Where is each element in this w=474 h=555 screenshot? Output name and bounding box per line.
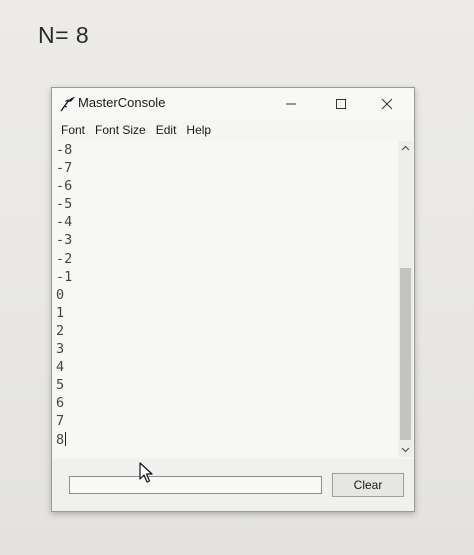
console-line: -3 — [56, 232, 73, 249]
console-line: 3 — [56, 341, 65, 358]
minimize-button[interactable] — [268, 88, 314, 120]
console-line: 2 — [56, 322, 65, 339]
master-console-window: MasterConsole Font Font Size Edit Help -… — [51, 87, 415, 512]
scroll-thumb[interactable] — [400, 268, 411, 440]
page-heading: N= 8 — [38, 22, 90, 48]
console-line: -2 — [56, 250, 73, 267]
console-line: 6 — [56, 395, 65, 412]
vertical-scrollbar[interactable] — [398, 141, 413, 457]
console-line: 0 — [56, 286, 65, 303]
close-icon — [381, 98, 393, 110]
clear-button[interactable]: Clear — [332, 473, 404, 497]
console-line-text: 8 — [56, 431, 65, 448]
command-input[interactable] — [69, 476, 322, 494]
maximize-icon — [336, 99, 346, 109]
menu-font-size[interactable]: Font Size — [90, 123, 151, 137]
console-line-last: 8 — [56, 431, 72, 449]
input-bar: Clear — [52, 459, 414, 511]
scroll-up-button[interactable] — [398, 141, 413, 155]
console-line: -6 — [56, 178, 73, 195]
close-button[interactable] — [364, 88, 410, 120]
scroll-down-button[interactable] — [398, 443, 413, 457]
console-output[interactable]: -8 -7 -6 -5 -4 -3 -2 -1 0 1 2 3 4 5 6 7 … — [54, 141, 399, 457]
console-line: -5 — [56, 196, 73, 213]
text-caret — [65, 431, 67, 446]
feather-icon — [60, 97, 75, 112]
menu-font[interactable]: Font — [56, 123, 90, 137]
title-bar[interactable]: MasterConsole — [52, 88, 414, 120]
console-lines: -8 -7 -6 -5 -4 -3 -2 -1 0 1 2 3 4 5 6 7 … — [56, 141, 72, 449]
mouse-pointer-icon — [139, 462, 153, 483]
menu-bar: Font Font Size Edit Help — [52, 120, 414, 140]
console-line: 1 — [56, 304, 65, 321]
console-line: -4 — [56, 214, 73, 231]
menu-help[interactable]: Help — [181, 123, 216, 137]
maximize-button[interactable] — [318, 88, 364, 120]
console-line: -7 — [56, 160, 73, 177]
window-title: MasterConsole — [78, 95, 166, 110]
chevron-up-icon — [401, 145, 410, 151]
chevron-down-icon — [401, 447, 410, 453]
minimize-icon — [286, 103, 296, 105]
console-line: -1 — [56, 268, 73, 285]
console-line: 5 — [56, 377, 65, 394]
console-line: -8 — [56, 142, 73, 158]
console-line: 7 — [56, 413, 65, 430]
menu-edit[interactable]: Edit — [151, 123, 182, 137]
console-line: 4 — [56, 359, 65, 376]
